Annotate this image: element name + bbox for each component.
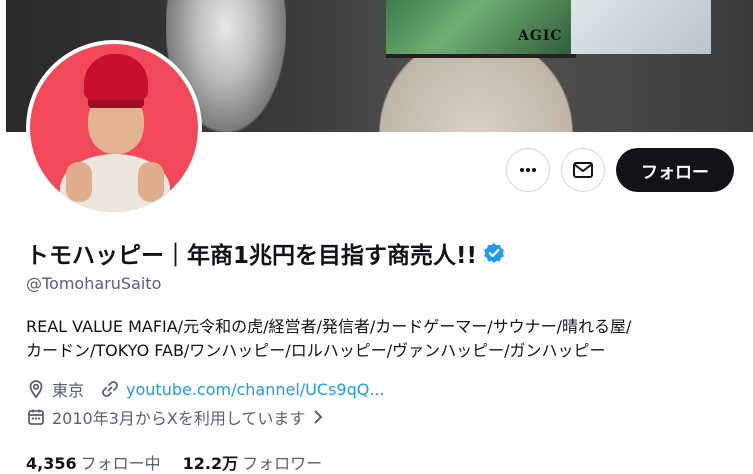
mail-icon [573, 162, 593, 178]
followers-stat[interactable]: 12.2万 フォロワー [183, 450, 323, 474]
more-horizontal-icon [520, 168, 536, 172]
calendar-icon [28, 409, 44, 425]
follow-button[interactable]: フォロー [616, 148, 734, 192]
bio-line-2: カードン/TOKYO FAB/ワンハッピー/ロルハッピー/ヴァンハッピー/ガンハ… [26, 341, 606, 360]
joined-text: 2010年3月からXを利用しています [52, 409, 306, 428]
profile-name-row: トモハッピー｜年商1兆円を目指す商売人!! [26, 236, 505, 270]
profile-meta: 東京 youtube.com/channel/UCs9qQ... [26, 377, 401, 401]
profile-name: トモハッピー｜年商1兆円を目指す商売人!! [26, 243, 477, 269]
banner-poster-2 [571, 0, 711, 54]
more-button[interactable] [506, 148, 550, 192]
verified-badge-icon[interactable] [483, 242, 505, 264]
followers-count: 12.2万 [182, 454, 239, 473]
joined-row[interactable]: 2010年3月からXを利用しています [26, 405, 325, 429]
chevron-right-icon[interactable] [311, 409, 325, 425]
banner-poster-text: AGIC [518, 28, 563, 44]
message-button[interactable] [561, 148, 605, 192]
following-count: 4,356 [26, 454, 77, 473]
location-pin-icon [29, 380, 43, 399]
following-label: フォロー中 [80, 454, 161, 473]
link-icon [102, 381, 118, 397]
profile-stats: 4,356 フォロー中 12.2万 フォロワー [26, 450, 344, 474]
location-item: 東京 [26, 377, 84, 401]
profile-avatar[interactable] [26, 40, 202, 216]
avatar-photo [30, 44, 198, 212]
location-text: 東京 [52, 381, 85, 400]
bio-line-1: REAL VALUE MAFIA/元令和の虎/経営者/発信者/カードゲーマー/サ… [26, 317, 632, 336]
followers-label: フォロワー [242, 454, 323, 473]
profile-bio: REAL VALUE MAFIA/元令和の虎/経営者/発信者/カードゲーマー/サ… [26, 315, 746, 363]
website-item[interactable]: youtube.com/channel/UCs9qQ... [100, 379, 385, 399]
website-link[interactable]: youtube.com/channel/UCs9qQ... [126, 380, 385, 399]
profile-handle: @TomoharuSaito [26, 274, 162, 293]
following-stat[interactable]: 4,356 フォロー中 [26, 450, 161, 474]
